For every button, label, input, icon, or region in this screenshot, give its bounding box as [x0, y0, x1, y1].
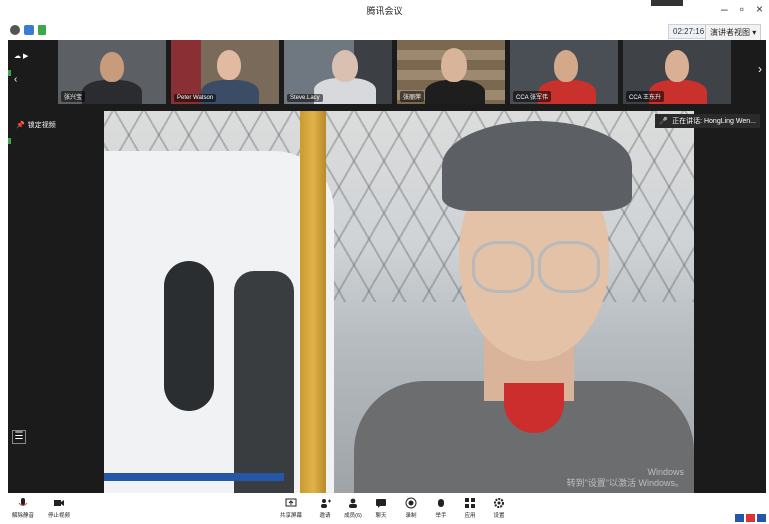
settings-button[interactable]: 设置 — [484, 497, 514, 519]
chevron-right-icon[interactable]: › — [758, 62, 762, 76]
participant-tile[interactable]: Steve.Lacy — [284, 40, 392, 104]
list-icon[interactable]: ☰ — [12, 430, 26, 444]
gear-icon — [494, 498, 504, 508]
train-stripe — [104, 473, 284, 481]
layout-dropdown[interactable]: 演讲者视图 ▾ — [705, 24, 762, 41]
stop-video-label: 停止视频 — [47, 513, 70, 519]
network-indicator — [651, 0, 683, 6]
grid-view-icon[interactable] — [735, 514, 744, 522]
chat-label: 聊天 — [375, 513, 387, 519]
participant-tile[interactable]: 张丽萍 — [397, 40, 505, 104]
speaker-view-icon[interactable] — [746, 514, 755, 522]
participant-face — [441, 48, 467, 82]
participant-face — [217, 50, 241, 80]
hand-icon — [438, 499, 444, 507]
apps-icon — [465, 498, 475, 508]
chevron-down-icon: ▾ — [752, 28, 757, 37]
meeting-status-bar: 02:27:16 演讲者视图 ▾ — [0, 22, 769, 41]
mute-label: 解除静音 — [11, 513, 34, 519]
shield-icon — [24, 25, 34, 35]
participant-tile[interactable]: CCA 王东升 — [623, 40, 731, 104]
share-screen-button[interactable]: 共享屏幕 — [276, 497, 306, 519]
speaker-person — [354, 121, 694, 493]
view-switch[interactable] — [735, 510, 766, 522]
camera-icon — [54, 500, 64, 506]
participant-avatar — [82, 80, 142, 104]
raise-hand-button[interactable]: 举手 — [426, 497, 456, 519]
participant-face — [100, 52, 124, 82]
stop-video-button[interactable]: 停止视频 — [44, 497, 74, 519]
participant-name: 张兴宝 — [61, 91, 86, 102]
pin-icon: 📌 — [16, 122, 25, 129]
settings-label: 设置 — [493, 513, 505, 519]
participant-tile[interactable]: CCA 张军伟 — [510, 40, 618, 104]
window-controls: – ▫ × — [721, 2, 763, 16]
participant-name: 张丽萍 — [400, 91, 425, 102]
mute-button[interactable]: 解除静音 — [8, 497, 38, 519]
invite-button[interactable]: 邀请 — [310, 497, 340, 519]
pin-video-button[interactable]: 📌 锁定视频 — [16, 120, 56, 130]
participant-face — [554, 50, 578, 82]
chat-icon — [376, 499, 386, 508]
info-icon[interactable] — [10, 25, 20, 35]
invite-icon — [321, 499, 331, 508]
apps-button[interactable]: 应用 — [455, 497, 485, 519]
pin-label: 锁定视频 — [27, 122, 56, 129]
active-indicator — [8, 70, 11, 76]
watermark-subtitle: 转到"设置"以激活 Windows。 — [566, 478, 684, 488]
signal-icon — [38, 25, 46, 35]
meeting-timer: 02:27:16 — [668, 24, 710, 39]
chat-button[interactable]: 聊天 — [366, 497, 396, 519]
participant-avatar — [425, 80, 485, 104]
meeting-toolbar: 解除静音 停止视频 共享屏幕 邀请 成员(6) 聊天 录制 举手 应用 设置 — [0, 493, 769, 524]
activation-watermark: Windows 转到"设置"以激活 Windows。 — [567, 467, 684, 489]
glasses-right — [538, 241, 600, 293]
members-icon — [349, 498, 357, 508]
members-button[interactable]: 成员(6) — [338, 497, 368, 519]
train-door — [234, 271, 294, 493]
gallery-left-panel: ☁ ▶ ‹ — [8, 40, 56, 108]
participant-face — [665, 50, 689, 82]
participant-name: Peter Watson — [174, 94, 217, 102]
layout-label: 演讲者视图 — [710, 28, 750, 37]
restore-icon[interactable]: ▫ — [740, 2, 744, 16]
fullscreen-icon[interactable] — [757, 514, 766, 522]
main-video-stage: 📌 锁定视频 Windows 转到"设置"以激活 Windows。 🎤 正在讲话… — [8, 108, 766, 493]
share-label: 共享屏幕 — [279, 513, 302, 519]
participant-name: Steve.Lacy — [287, 94, 323, 102]
participant-tile[interactable]: 张兴宝 — [58, 40, 166, 104]
apps-label: 应用 — [464, 513, 476, 519]
participant-name: CCA 王东升 — [626, 91, 665, 102]
participant-gallery: ☁ ▶ ‹ 张兴宝 Peter Watson Steve.Lacy 张丽萍 CC… — [8, 40, 766, 108]
share-screen-icon — [285, 498, 297, 507]
watermark-title: Windows — [647, 467, 684, 477]
close-icon[interactable]: × — [756, 2, 763, 16]
speaking-indicator: 🎤 正在讲话: HongLing Wen... — [655, 114, 760, 128]
cloud-record-icon[interactable]: ☁ ▶ — [14, 52, 28, 60]
active-indicator — [8, 138, 11, 144]
record-label: 录制 — [405, 513, 417, 519]
active-speaker-video: Windows 转到"设置"以激活 Windows。 — [104, 111, 694, 493]
minimize-icon[interactable]: – — [721, 2, 728, 16]
speaking-name: 正在讲话: HongLing Wen... — [672, 118, 756, 125]
meeting-app: 腾讯会议 – ▫ × 02:27:16 演讲者视图 ▾ ☁ ▶ ‹ 张兴宝 Pe… — [0, 0, 769, 524]
microphone-icon — [18, 498, 28, 506]
train-window — [164, 261, 214, 411]
yellow-pole — [300, 111, 326, 493]
participant-tile[interactable]: Peter Watson — [171, 40, 279, 104]
glasses-left — [472, 241, 534, 293]
raise-hand-label: 举手 — [435, 513, 447, 519]
record-button[interactable]: 录制 — [396, 497, 426, 519]
participant-face — [332, 50, 358, 82]
chevron-left-icon[interactable]: ‹ — [14, 74, 17, 85]
mic-icon: 🎤 — [659, 118, 669, 125]
invite-label: 邀请 — [319, 513, 331, 519]
title-bar: 腾讯会议 – ▫ × — [0, 0, 769, 22]
cap — [442, 121, 632, 211]
participant-name: CCA 张军伟 — [513, 91, 552, 102]
record-icon — [405, 497, 417, 509]
members-label: 成员(6) — [344, 513, 362, 519]
